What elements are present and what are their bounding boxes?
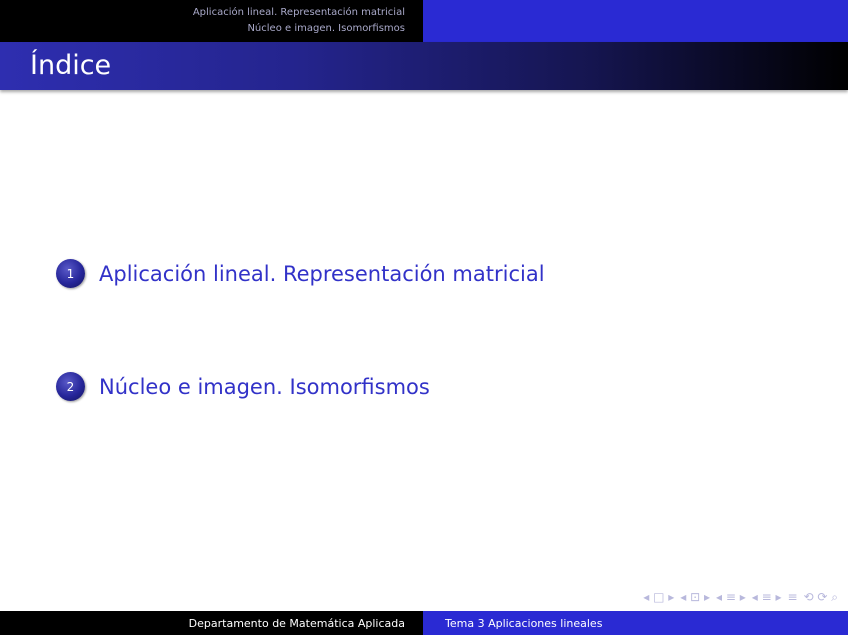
footer-institution: Departamento de Matemática Aplicada bbox=[188, 616, 405, 630]
frame-title-bar: Índice bbox=[0, 42, 848, 90]
search-nav-icon[interactable]: ⟲ ⟳ ⌕ bbox=[804, 590, 838, 604]
appendix-nav-icon[interactable]: ≡ bbox=[787, 590, 797, 604]
beamer-navigation-symbols: ◂ □ ▸ ◂ ⊡ ▸ ◂ ≡ ▸ ◂ ≡ ▸ ≡ ⟲ ⟳ ⌕ bbox=[643, 590, 838, 604]
frame-title: Índice bbox=[30, 50, 112, 81]
toc-item-label[interactable]: Núcleo e imagen. Isomorfismos bbox=[99, 374, 430, 400]
footline-institution-panel: Departamento de Matemática Aplicada bbox=[0, 611, 423, 635]
header-section-link-2[interactable]: Núcleo e imagen. Isomorfismos bbox=[247, 21, 405, 37]
headline-right-panel bbox=[423, 0, 848, 42]
footline-title-panel: Tema 3 Aplicaciones lineales bbox=[423, 611, 848, 635]
footline-bar: Departamento de Matemática Aplicada Tema… bbox=[0, 611, 848, 635]
toc-number-ball: 1 bbox=[56, 259, 85, 288]
headline-bar: Aplicación lineal. Representación matric… bbox=[0, 0, 848, 42]
header-section-link-1[interactable]: Aplicación lineal. Representación matric… bbox=[193, 5, 405, 21]
subsection-back-nav-icon[interactable]: ◂ ≡ ▸ bbox=[716, 590, 746, 604]
footer-short-title: Tema 3 Aplicaciones lineales bbox=[445, 616, 603, 630]
subsection-forward-nav-icon[interactable]: ◂ ≡ ▸ bbox=[752, 590, 782, 604]
toc-item-label[interactable]: Aplicación lineal. Representación matric… bbox=[99, 261, 545, 287]
toc-item-1[interactable]: 1 Aplicación lineal. Representación matr… bbox=[56, 259, 545, 288]
frame-nav-icon[interactable]: ◂ □ ▸ bbox=[643, 590, 674, 604]
toc-number-ball: 2 bbox=[56, 372, 85, 401]
section-navigation: Aplicación lineal. Representación matric… bbox=[0, 0, 423, 42]
toc-item-2[interactable]: 2 Núcleo e imagen. Isomorfismos bbox=[56, 372, 430, 401]
section-nav-icon[interactable]: ◂ ⊡ ▸ bbox=[680, 590, 710, 604]
